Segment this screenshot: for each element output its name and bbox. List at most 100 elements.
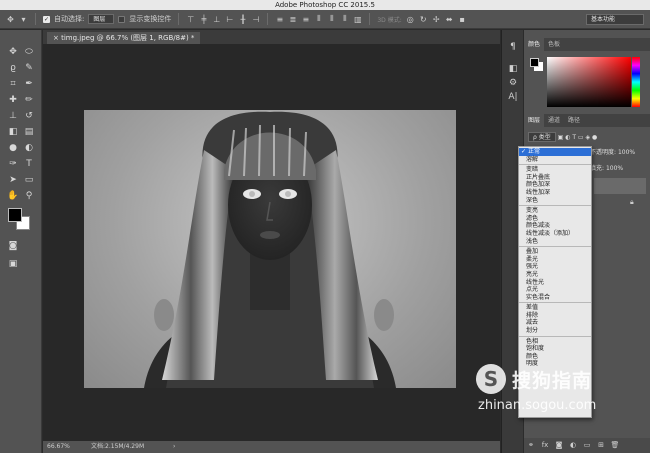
blend-mode-item[interactable]: 亮光 (519, 271, 591, 279)
close-icon[interactable]: × (53, 34, 61, 42)
eyedropper-tool-icon[interactable]: ✒ (22, 78, 36, 90)
3d-roll-icon[interactable]: ↻ (419, 15, 428, 24)
healing-brush-tool-icon[interactable]: ✚ (6, 94, 20, 106)
blend-mode-item[interactable]: 实色混合 (519, 294, 591, 302)
opacity-control[interactable]: 不透明度: 100% (590, 147, 635, 156)
blend-mode-item[interactable]: 浅色 (519, 238, 591, 246)
filter-icons[interactable]: ▣ ◐ T ▭ ◈ ● (558, 134, 598, 141)
type-tool-icon[interactable]: T (22, 158, 36, 170)
tab-channels[interactable]: 通道 (544, 114, 564, 127)
tab-swatches[interactable]: 色板 (544, 38, 564, 51)
screen-mode-icon[interactable]: ▣ (6, 258, 20, 270)
distribute-left-icon[interactable]: ⦀ (314, 14, 323, 24)
dodge-tool-icon[interactable]: ◐ (22, 142, 36, 154)
move-tool-icon[interactable]: ✥ (6, 15, 15, 24)
blend-mode-item[interactable]: 变亮 (519, 207, 591, 215)
blend-mode-item[interactable]: 线性光 (519, 279, 591, 287)
auto-align-icon[interactable]: ▥ (353, 15, 362, 24)
fill-control[interactable]: 填充: 100% (590, 163, 623, 172)
fill-value[interactable]: 100% (606, 165, 623, 172)
blend-mode-item[interactable]: 颜色减淡 (519, 222, 591, 230)
link-layers-icon[interactable]: ⚭ (524, 438, 538, 453)
blend-mode-item[interactable]: 强光 (519, 263, 591, 271)
delete-layer-icon[interactable]: 🗑︎ (608, 438, 622, 453)
brush-tool-icon[interactable]: ✏ (22, 94, 36, 106)
workspace-switcher[interactable]: 基本功能 (586, 14, 644, 25)
crop-tool-icon[interactable]: ⌗ (6, 78, 20, 90)
chevron-down-icon[interactable]: ▾ (19, 15, 28, 24)
distribute-vcenter-icon[interactable]: ≣ (288, 15, 297, 24)
move-tool-icon[interactable]: ✥ (6, 46, 20, 58)
layer-row[interactable] (594, 178, 646, 194)
swatch-panel-icon[interactable]: ◧ (506, 64, 520, 76)
distribute-bottom-icon[interactable]: ≡ (301, 15, 310, 24)
tab-paths[interactable]: 路径 (564, 114, 584, 127)
zoom-tool-icon[interactable]: ⚲ (22, 190, 36, 202)
distribute-right-icon[interactable]: ⦀ (340, 14, 349, 24)
3d-pan-icon[interactable]: ✢ (432, 15, 441, 24)
tab-layers[interactable]: 图层 (524, 114, 545, 127)
3d-scale-icon[interactable]: ▪ (458, 15, 467, 24)
document-image[interactable] (84, 110, 456, 388)
show-transform-checkbox[interactable] (118, 15, 126, 23)
auto-select-checkbox[interactable]: ✓ (43, 15, 50, 23)
blend-mode-item[interactable]: 变暗 (519, 166, 591, 174)
align-vcenter-icon[interactable]: ╪ (199, 15, 208, 24)
eraser-tool-icon[interactable]: ◧ (6, 126, 20, 138)
history-brush-tool-icon[interactable]: ↺ (22, 110, 36, 122)
chevron-right-icon[interactable]: › (173, 441, 175, 453)
pen-tool-icon[interactable]: ✑ (6, 158, 20, 170)
fx-icon[interactable]: fx (538, 438, 552, 453)
blend-mode-item[interactable]: 减去 (519, 319, 591, 327)
opacity-value[interactable]: 100% (618, 149, 635, 156)
distribute-hcenter-icon[interactable]: ⦀ (327, 14, 336, 24)
lasso-tool-icon[interactable]: ϱ (6, 62, 20, 74)
blend-mode-item[interactable]: 溶解 (519, 156, 591, 164)
align-left-icon[interactable]: ⊢ (225, 15, 234, 24)
gradient-tool-icon[interactable]: ▤ (22, 126, 36, 138)
watermark-brand: 搜狗指南 (512, 370, 593, 392)
hue-slider[interactable] (632, 57, 640, 107)
tab-color[interactable]: 颜色 (524, 38, 545, 51)
blend-mode-item[interactable]: ✓ 正常 (519, 148, 591, 156)
blend-mode-item[interactable]: 划分 (519, 327, 591, 335)
hand-tool-icon[interactable]: ✋ (6, 190, 20, 202)
blend-mode-item[interactable]: 叠加 (519, 248, 591, 256)
path-select-tool-icon[interactable]: ➤ (6, 174, 20, 186)
color-picker-field[interactable] (547, 57, 631, 107)
distribute-top-icon[interactable]: ≡ (275, 15, 284, 24)
quick-select-tool-icon[interactable]: ✎ (22, 62, 36, 74)
blend-mode-item[interactable]: 点光 (519, 286, 591, 294)
adjust-panel-icon[interactable]: ⚙ (506, 78, 520, 90)
layer-kind-filter[interactable]: ρ 类型 (528, 132, 556, 142)
new-group-icon[interactable]: ▭ (580, 438, 594, 453)
panel-foreground-swatch[interactable] (530, 58, 539, 67)
blend-mode-item[interactable]: 线性减淡（添加） (519, 230, 591, 238)
adjustment-layer-icon[interactable]: ◐ (566, 438, 580, 453)
align-top-icon[interactable]: ⊤ (186, 15, 195, 24)
align-right-icon[interactable]: ⊣ (251, 15, 260, 24)
zoom-level[interactable]: 66.67% (47, 441, 70, 453)
blend-mode-item[interactable]: 深色 (519, 197, 591, 205)
document-tab[interactable]: × timg.jpeg @ 66.7% (图层 1, RGB/8#) * (47, 32, 201, 44)
auto-select-dropdown[interactable]: 图层 (88, 14, 115, 24)
paragraph-panel-icon[interactable]: ¶ (506, 42, 520, 54)
blend-mode-item[interactable]: 差值 (519, 304, 591, 312)
quick-mask-icon[interactable]: ◙ (6, 240, 20, 252)
new-layer-icon[interactable]: ⊞ (594, 438, 608, 453)
3d-orbit-icon[interactable]: ◎ (406, 15, 415, 24)
add-mask-icon[interactable]: ◙ (552, 438, 566, 453)
rectangle-tool-icon[interactable]: ▭ (22, 174, 36, 186)
3d-slide-icon[interactable]: ⬌ (445, 15, 454, 24)
blend-mode-item[interactable]: 颜色加深 (519, 181, 591, 189)
blur-tool-icon[interactable]: ● (6, 142, 20, 154)
marquee-tool-icon[interactable]: ⬭ (22, 46, 36, 58)
clone-stamp-tool-icon[interactable]: ⊥ (6, 110, 20, 122)
character-panel-icon[interactable]: A| (506, 92, 520, 104)
blend-mode-item[interactable]: 线性加深 (519, 189, 591, 197)
blend-mode-item[interactable]: 饱和度 (519, 345, 591, 353)
align-hcenter-icon[interactable]: ╫ (238, 15, 247, 24)
align-bottom-icon[interactable]: ⊥ (212, 15, 221, 24)
foreground-color-swatch[interactable] (8, 208, 22, 222)
divider (178, 13, 180, 25)
